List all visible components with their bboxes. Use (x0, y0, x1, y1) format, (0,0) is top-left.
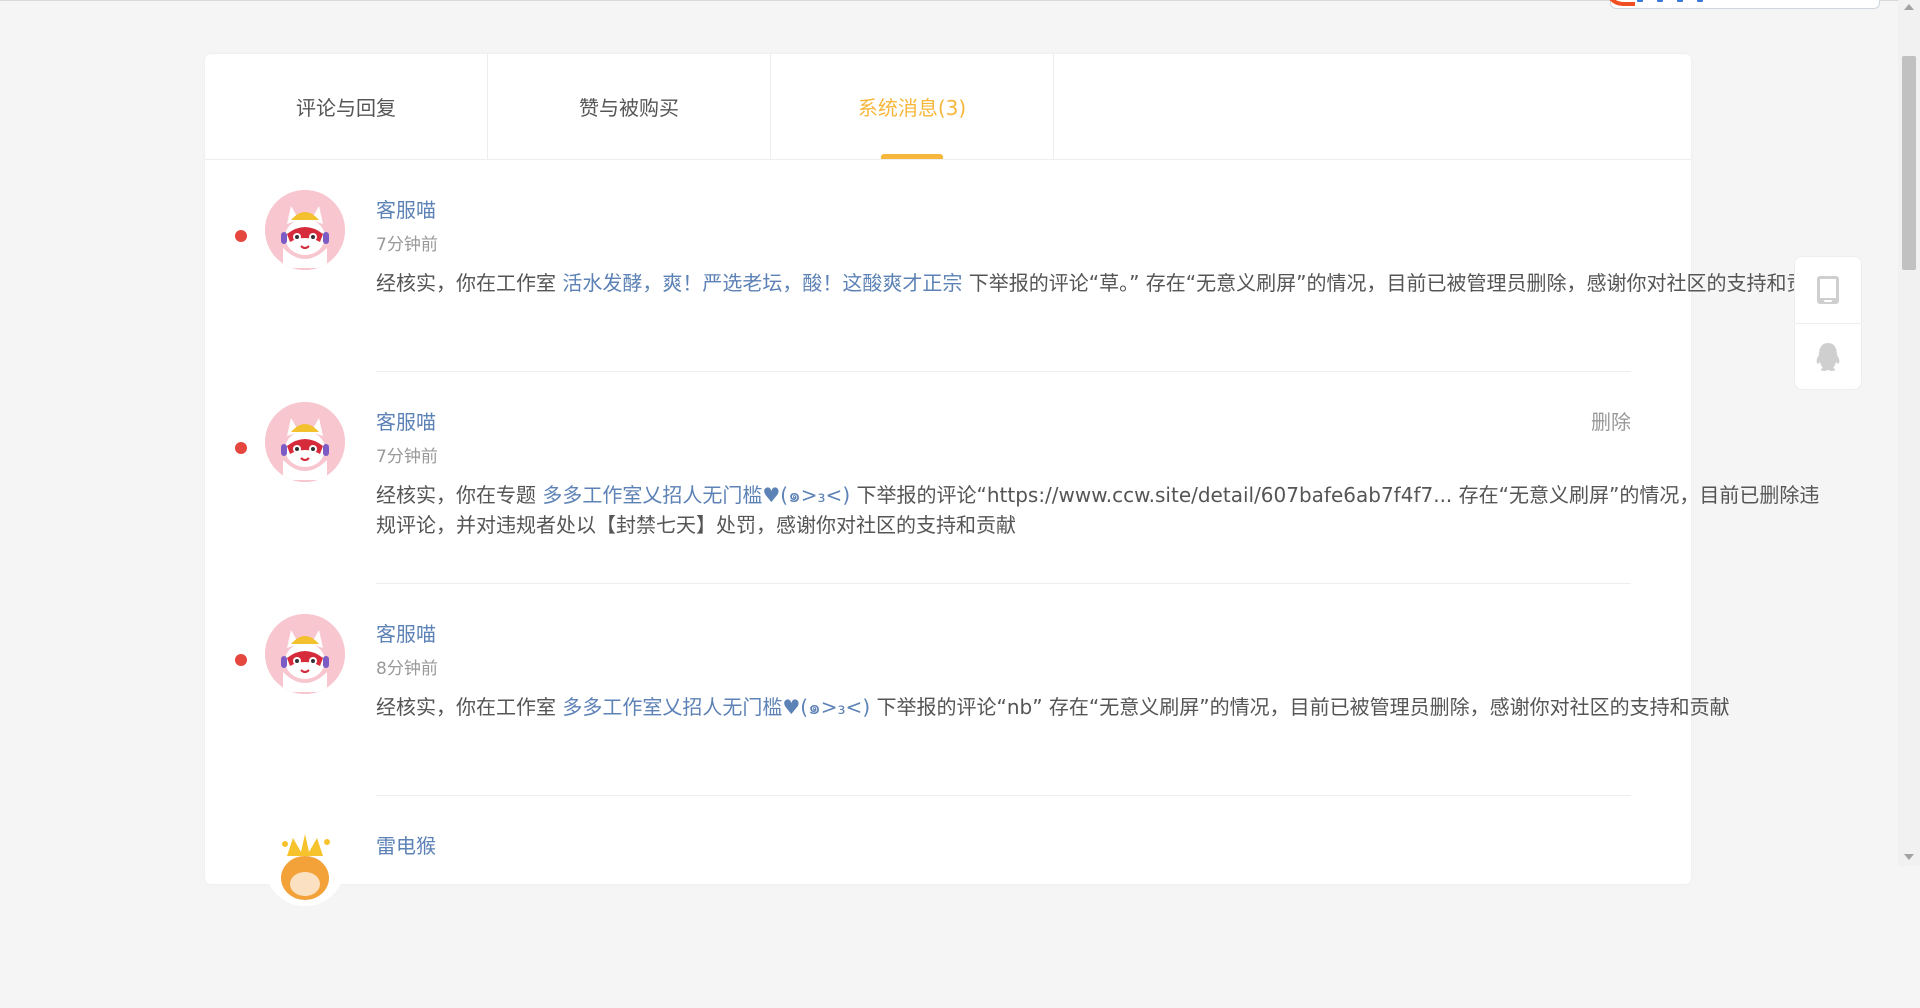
message-time: 7分钟前 (376, 447, 438, 467)
penguin-icon (1816, 343, 1840, 371)
message-time: 8分钟前 (376, 659, 438, 679)
body-suffix: 下举报的评论“草。” 存在“无意义刷屏”的情况，目前已被管理员删除，感谢你对社区… (962, 271, 1827, 295)
monkey-mascot-icon (265, 826, 345, 906)
body-prefix: 经核实，你在专题 (376, 483, 543, 507)
scroll-down-arrow-icon[interactable] (1904, 854, 1914, 860)
floating-toolbar (1794, 256, 1862, 390)
cat-mascot-icon (265, 190, 345, 270)
message-item: 雷电猴 (205, 796, 1691, 1008)
tab-label: 评论与回复 (296, 96, 396, 120)
badge-dot-icon (1697, 0, 1703, 2)
message-item: 客服喵 8分钟前 经核实，你在工作室 多多工作室乂招人无门槛♥(๑>₃<) 下举… (205, 584, 1730, 796)
message-panel: 评论与回复 赞与被购买 系统消息(3) 客服喵 7分钟前 经核实，你在工作室 活… (205, 54, 1827, 906)
badge-dot-icon (1677, 0, 1683, 2)
message-body: 经核实，你在工作室 多多工作室乂招人无门槛♥(๑>₃<) 下举报的评论“nb” … (376, 692, 1836, 722)
topic-link[interactable]: 多多工作室乂招人无门槛♥(๑>₃<) (542, 483, 850, 507)
cat-mascot-icon (265, 402, 345, 482)
sender-name[interactable]: 客服喵 (376, 618, 436, 647)
sender-name[interactable]: 雷电猴 (376, 830, 436, 859)
avatar[interactable] (265, 614, 345, 694)
mobile-app-button[interactable] (1795, 257, 1861, 323)
avatar[interactable] (265, 190, 345, 270)
scroll-up-arrow-icon[interactable] (1904, 4, 1914, 10)
cat-mascot-icon (265, 614, 345, 694)
browser-extension-badge[interactable] (1605, 0, 1880, 9)
delete-button[interactable]: 删除 (1591, 406, 1631, 435)
unread-dot (235, 442, 247, 454)
studio-link[interactable]: 活水发酵，爽！严选老坛，酸！这酸爽才正宗 (562, 271, 962, 295)
tab-system-messages[interactable]: 系统消息(3) (771, 54, 1054, 159)
tab-label: 系统消息(3) (857, 96, 967, 120)
swoosh-logo-icon (1605, 0, 1635, 6)
qq-contact-button[interactable] (1795, 323, 1861, 390)
active-tab-indicator (881, 154, 943, 159)
tab-comments-replies[interactable]: 评论与回复 (205, 54, 488, 159)
message-body: 经核实，你在工作室 活水发酵，爽！严选老坛，酸！这酸爽才正宗 下举报的评论“草。… (376, 268, 1836, 298)
badge-dot-icon (1657, 0, 1663, 2)
avatar[interactable] (265, 402, 345, 482)
scrollbar-thumb[interactable] (1902, 56, 1916, 270)
tab-label: 赞与被购买 (579, 96, 679, 120)
message-item: 客服喵 删除 7分钟前 经核实，你在专题 多多工作室乂招人无门槛♥(๑>₃<) … (205, 372, 1819, 584)
message-item: 客服喵 7分钟前 经核实，你在工作室 活水发酵，爽！严选老坛，酸！这酸爽才正宗 … (205, 160, 1827, 372)
body-prefix: 经核实，你在工作室 (376, 271, 563, 295)
page-scrollbar[interactable] (1898, 0, 1920, 866)
body-suffix: 下举报的评论“nb” 存在“无意义刷屏”的情况，目前已被管理员删除，感谢你对社区… (870, 695, 1730, 719)
message-body: 经核实，你在专题 多多工作室乂招人无门槛♥(๑>₃<) 下举报的评论“https… (376, 480, 1836, 540)
sender-name[interactable]: 客服喵 (376, 194, 436, 223)
sender-name[interactable]: 客服喵 (376, 406, 436, 435)
tablet-icon (1817, 276, 1839, 304)
unread-dot (235, 654, 247, 666)
message-tabs: 评论与回复 赞与被购买 系统消息(3) (205, 54, 1691, 160)
badge-dot-icon (1637, 0, 1643, 2)
tab-likes-purchases[interactable]: 赞与被购买 (488, 54, 771, 159)
avatar[interactable] (265, 826, 345, 906)
body-prefix: 经核实，你在工作室 (376, 695, 563, 719)
message-time: 7分钟前 (376, 235, 438, 255)
unread-dot (235, 230, 247, 242)
studio-link[interactable]: 多多工作室乂招人无门槛♥(๑>₃<) (562, 695, 870, 719)
